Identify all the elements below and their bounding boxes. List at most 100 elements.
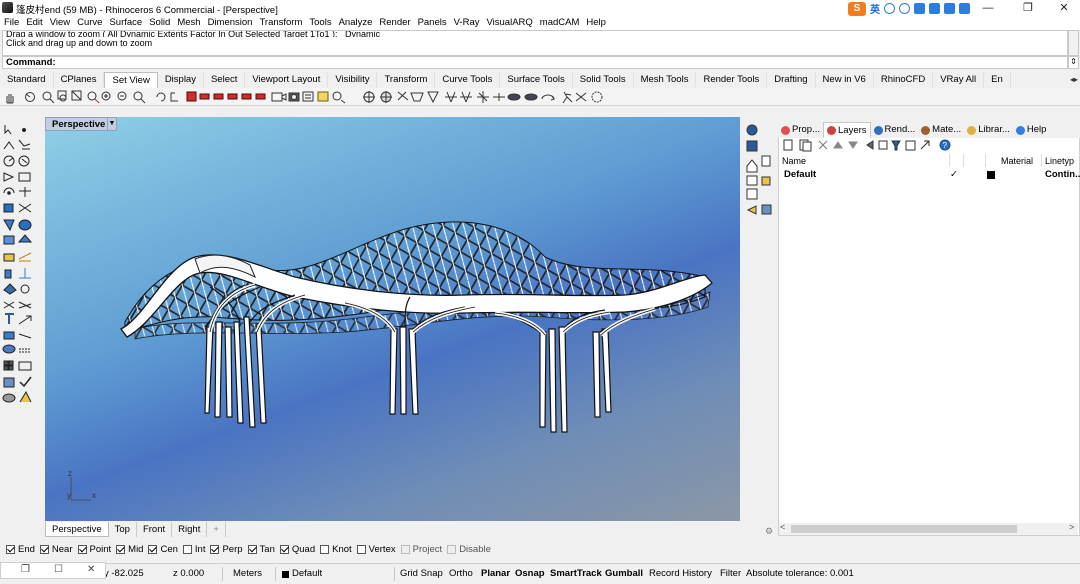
menu-mesh[interactable]: Mesh <box>177 16 200 30</box>
layers-toolbar-icons[interactable]: ? <box>779 138 1079 153</box>
panel-tab-material[interactable]: Mate... <box>918 122 964 138</box>
toolbar-tab-set-view[interactable]: Set View <box>104 72 158 88</box>
osnap-perp[interactable]: Perp <box>210 544 243 555</box>
panel-tab-properties[interactable]: Prop... <box>778 122 823 138</box>
restore-icon[interactable]: ❐ <box>21 564 30 575</box>
menu-visualarq[interactable]: VisualARQ <box>487 16 533 30</box>
menu-surface[interactable]: Surface <box>109 16 142 30</box>
menu-solid[interactable]: Solid <box>149 16 170 30</box>
toolbar-tab-en[interactable]: En <box>984 72 1011 88</box>
layer-row[interactable]: Default ✓ Contin... <box>779 168 1080 182</box>
osnap-perp-checkbox[interactable] <box>210 544 220 554</box>
ime-toolbar[interactable]: S 英 <box>848 1 970 16</box>
planar-toggle[interactable]: Planar <box>481 568 510 579</box>
toolbar-tab-standard[interactable]: Standard <box>0 72 54 88</box>
panel-tab-help[interactable]: Help <box>1013 122 1050 138</box>
menu-dimension[interactable]: Dimension <box>208 16 253 30</box>
toolbar-tab-display[interactable]: Display <box>158 72 204 88</box>
panel-settings-icon[interactable]: ⚙ <box>765 526 773 537</box>
scroll-right-icon[interactable]: > <box>1069 522 1074 532</box>
osnap-near[interactable]: Near <box>39 544 73 555</box>
toolbar-tab-viewport-layout[interactable]: Viewport Layout <box>245 72 329 88</box>
osnap-mid[interactable]: Mid <box>116 544 143 555</box>
osnap-toggle[interactable]: Osnap <box>515 568 545 579</box>
toolbar-tab-new-in-v6[interactable]: New in V6 <box>816 72 874 88</box>
panel-strip-icons[interactable] <box>744 122 776 232</box>
viewport-title[interactable]: Perspective <box>45 117 113 131</box>
filter-toggle[interactable]: Filter <box>720 568 741 579</box>
panel-tab-render[interactable]: Rend... <box>871 122 919 138</box>
layers-horizontal-scrollbar[interactable]: < > <box>779 522 1078 535</box>
menu-help[interactable]: Help <box>586 16 606 30</box>
panel-tab-layers[interactable]: Layers <box>823 122 871 138</box>
panel-tab-library[interactable]: Librar... <box>964 122 1013 138</box>
osnap-disable[interactable]: Disable <box>447 544 491 555</box>
menu-panels[interactable]: Panels <box>418 16 447 30</box>
osnap-knot-checkbox[interactable] <box>320 544 330 554</box>
left-toolbox-icons[interactable] <box>0 118 44 408</box>
minimized-window[interactable]: ❐ ☐ ✕ <box>0 562 106 579</box>
gumball-toggle[interactable]: Gumball <box>605 568 643 579</box>
layer-color-swatch[interactable] <box>987 171 995 179</box>
toolbar-tabs-scroll-arrows[interactable]: ◂▸ <box>1070 73 1080 87</box>
menu-transform[interactable]: Transform <box>259 16 302 30</box>
minimize-button[interactable]: — <box>970 0 1006 16</box>
viewport-tab-front[interactable]: Front <box>137 522 173 537</box>
perspective-viewport[interactable]: z y x <box>45 117 740 521</box>
close-button[interactable]: ✕ <box>1046 0 1080 16</box>
viewport-tab-top[interactable]: Top <box>109 522 137 537</box>
osnap-disable-checkbox[interactable] <box>447 544 457 554</box>
menu-madcam[interactable]: madCAM <box>540 16 580 30</box>
osnap-mid-checkbox[interactable] <box>116 544 126 554</box>
osnap-vertex-checkbox[interactable] <box>356 544 366 554</box>
add-viewport-tab-icon[interactable]: + <box>207 522 226 537</box>
canopy-model-wireframe[interactable]: z y x <box>45 117 740 521</box>
osnap-near-checkbox[interactable] <box>39 544 49 554</box>
menu-v-ray[interactable]: V-Ray <box>454 16 480 30</box>
toolbar-tab-render-tools[interactable]: Render Tools <box>696 72 768 88</box>
command-line[interactable]: Command: <box>2 56 1068 69</box>
command-line-spinner[interactable]: ⇕ <box>1068 56 1079 69</box>
toolbar-tab-cplanes[interactable]: CPlanes <box>54 72 105 88</box>
osnap-point-checkbox[interactable] <box>77 544 87 554</box>
col-material[interactable]: Material <box>1001 156 1033 166</box>
layer-linetype[interactable]: Contin... <box>1045 169 1080 180</box>
sogou-logo-icon[interactable]: S <box>848 1 866 16</box>
osnap-tan[interactable]: Tan <box>247 544 275 555</box>
toolbar-tab-rhinocfd[interactable]: RhinoCFD <box>874 72 934 88</box>
smarttrack-toggle[interactable]: SmartTrack <box>550 568 602 579</box>
toolbar-tab-drafting[interactable]: Drafting <box>767 72 816 88</box>
toolbar-tab-vray-all[interactable]: VRay All <box>933 72 985 88</box>
scroll-left-icon[interactable]: < <box>780 522 785 532</box>
toolbar-tab-select[interactable]: Select <box>204 72 246 88</box>
record-history-toggle[interactable]: Record History <box>649 568 712 579</box>
osnap-int-checkbox[interactable] <box>182 544 192 554</box>
col-linetype[interactable]: Linetyp <box>1045 156 1074 166</box>
maximize-icon[interactable]: ☐ <box>54 564 63 575</box>
scroll-thumb[interactable] <box>791 525 1017 533</box>
viewport-menu-arrow-icon[interactable]: ▼ <box>107 117 117 131</box>
toolbar-tab-mesh-tools[interactable]: Mesh Tools <box>634 72 697 88</box>
units[interactable]: Meters <box>233 568 262 579</box>
menu-tools[interactable]: Tools <box>309 16 331 30</box>
osnap-project[interactable]: Project <box>400 544 442 555</box>
toolbar-tab-curve-tools[interactable]: Curve Tools <box>435 72 501 88</box>
ime-language[interactable]: 英 <box>870 1 880 16</box>
ime-voice-icon[interactable] <box>914 3 925 14</box>
current-layer[interactable]: Default <box>292 568 322 579</box>
menu-edit[interactable]: Edit <box>26 16 42 30</box>
ime-skin-icon[interactable] <box>944 3 955 14</box>
toolbar-icons[interactable] <box>0 88 620 106</box>
ime-punct-icon[interactable] <box>884 3 895 14</box>
ortho-toggle[interactable]: Ortho <box>449 568 473 579</box>
osnap-end-checkbox[interactable] <box>6 544 15 554</box>
osnap-int[interactable]: Int <box>182 544 205 555</box>
ime-emoji-icon[interactable] <box>899 3 910 14</box>
toolbar-tab-visibility[interactable]: Visibility <box>328 72 378 88</box>
maximize-button[interactable]: ❐ <box>1010 0 1046 16</box>
osnap-knot[interactable]: Knot <box>320 544 352 555</box>
close-icon[interactable]: ✕ <box>87 564 95 575</box>
viewport-tab-perspective[interactable]: Perspective <box>45 522 109 537</box>
ime-keyboard-icon[interactable] <box>929 3 940 14</box>
osnap-vertex[interactable]: Vertex <box>356 544 396 555</box>
